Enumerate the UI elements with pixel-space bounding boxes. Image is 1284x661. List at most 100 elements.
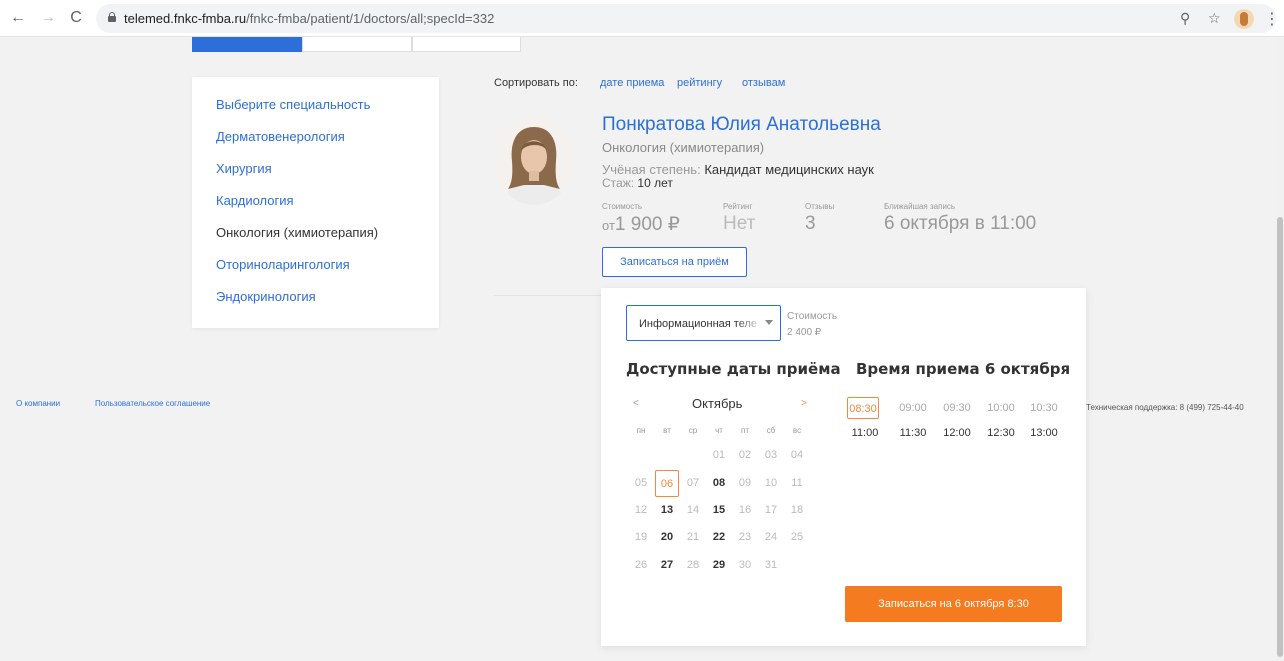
book-appointment-button[interactable]: Записаться на приём — [602, 247, 747, 277]
degree-label: Учёная степень: — [602, 162, 705, 177]
calendar-day: 09 — [738, 477, 752, 489]
calendar-day: 02 — [738, 449, 752, 461]
calendar-day: 30 — [738, 559, 752, 571]
sidebar-item-surgery[interactable]: Хирургия — [216, 161, 272, 176]
doctor-photo[interactable] — [494, 115, 574, 205]
time-slot[interactable]: 11:00 — [849, 422, 881, 444]
calendar-prev-icon[interactable]: < — [633, 398, 639, 409]
sidebar-item-cardiology[interactable]: Кардиология — [216, 193, 294, 208]
reload-icon[interactable]: C — [66, 8, 86, 28]
calendar-day: 03 — [764, 449, 778, 461]
weekday-label: ср — [688, 426, 698, 435]
time-slot-selected[interactable]: 08:30 — [847, 397, 879, 419]
nearest-stat-value: 6 октября в 11:00 — [884, 213, 1037, 234]
doctor-specialty: Онкология (химиотерапия) — [602, 140, 765, 155]
back-arrow-icon[interactable]: ← — [8, 8, 28, 28]
calendar-day[interactable]: 29 — [707, 552, 731, 579]
calendar-day: 21 — [686, 531, 700, 543]
service-cost-label: Стоимость — [787, 311, 838, 322]
weekday-label: вс — [792, 426, 802, 435]
reviews-stat-value[interactable]: 3 — [805, 213, 816, 235]
footer-support: Техническая поддержка: 8 (499) 725-44-40 — [1086, 403, 1244, 412]
calendar-day: 16 — [738, 504, 752, 516]
sidebar-item-dermatovenereology[interactable]: Дерматовенерология — [216, 129, 345, 144]
calendar-day[interactable]: 08 — [707, 470, 731, 497]
calendar-day[interactable]: 27 — [655, 552, 679, 579]
time-slot[interactable]: 13:00 — [1028, 422, 1060, 444]
weekday-label: вт — [663, 426, 671, 435]
rating-stat-value: Нет — [723, 213, 756, 234]
rating-stat-label: Рейтинг — [723, 202, 753, 211]
degree-value: Кандидат медицинских наук — [704, 162, 874, 177]
service-select[interactable]: Информационная телемедицинская консульта… — [626, 305, 781, 341]
weekday-label: сб — [766, 426, 776, 435]
times-heading: Время приема 6 октября — [856, 360, 1071, 378]
sidebar-item-otorhinolaryngology[interactable]: Оториноларингология — [216, 257, 350, 272]
calendar-day: 11 — [791, 477, 803, 489]
profile-avatar-icon[interactable] — [1234, 9, 1254, 29]
calendar-day: 04 — [790, 449, 804, 461]
url-host: telemed.fnkc-fmba.ru — [124, 11, 247, 26]
zoom-icon[interactable]: ⚲ — [1180, 10, 1190, 27]
calendar-day: 01 — [712, 449, 726, 461]
confirm-booking-button[interactable]: Записаться на 6 октября 8:30 — [845, 586, 1062, 622]
time-slot[interactable]: 11:30 — [897, 422, 929, 444]
chevron-down-icon — [765, 320, 773, 325]
calendar-day-selected[interactable]: 06 — [655, 470, 679, 497]
sort-by-reviews[interactable]: отзывам — [742, 77, 785, 89]
calendar-day[interactable]: 13 — [655, 497, 679, 524]
cost-amount: 1 900 ₽ — [614, 214, 680, 235]
browser-menu-icon[interactable]: ⋮ — [1264, 9, 1280, 29]
card-divider — [494, 295, 602, 296]
reviews-stat-label: Отзывы — [805, 202, 835, 211]
sidebar-item-endocrinology[interactable]: Эндокринология — [216, 289, 316, 304]
cost-stat-label: Стоимость — [602, 202, 643, 211]
calendar-day: 24 — [764, 531, 778, 543]
time-slot[interactable]: 10:30 — [1028, 397, 1060, 419]
calendar-day: 31 — [764, 559, 778, 571]
url-text: telemed.fnkc-fmba.ru/fnkc-fmba/patient/1… — [124, 11, 494, 26]
page-scrollbar[interactable] — [1276, 37, 1284, 661]
calendar-day: 23 — [738, 531, 752, 543]
experience-label: Стаж: — [602, 176, 638, 190]
address-bar[interactable]: telemed.fnkc-fmba.ru/fnkc-fmba/patient/1… — [96, 4, 1276, 33]
calendar-day: 10 — [764, 477, 778, 489]
tabs-remnant — [192, 37, 521, 52]
tab-second[interactable] — [302, 37, 412, 52]
tab-third[interactable] — [412, 37, 521, 52]
calendar-day[interactable]: 20 — [655, 524, 679, 551]
url-path: /fnkc-fmba/patient/1/doctors/all;specId=… — [246, 11, 495, 26]
calendar-day: 07 — [686, 477, 700, 489]
scrollbar-thumb[interactable] — [1277, 217, 1283, 657]
calendar-day[interactable]: 15 — [707, 497, 731, 524]
doctor-name[interactable]: Понкратова Юлия Анатольевна — [602, 114, 881, 136]
footer-about-link[interactable]: О компании — [16, 399, 60, 408]
sidebar-item-choose[interactable]: Выберите специальность — [216, 97, 370, 112]
sort-by-rating[interactable]: рейтингу — [677, 77, 722, 89]
sidebar-item-oncology[interactable]: Онкология (химиотерапия) — [216, 225, 378, 240]
doctor-degree: Учёная степень: Кандидат медицинских нау… — [602, 162, 874, 177]
weekday-label: пн — [636, 426, 646, 435]
calendar-month: Октябрь — [692, 396, 743, 411]
calendar-day: 17 — [764, 504, 778, 516]
calendar-day: 18 — [790, 504, 804, 516]
forward-arrow-icon[interactable]: → — [38, 8, 58, 28]
calendar-day: 26 — [634, 559, 648, 571]
footer-agreement-link[interactable]: Пользовательское соглашение — [95, 399, 210, 408]
calendar-day[interactable]: 22 — [707, 524, 731, 551]
specialty-sidebar: Выберите специальность Дерматовенерологи… — [192, 77, 439, 328]
sort-by-date[interactable]: дате приема — [600, 77, 664, 89]
bookmark-star-icon[interactable]: ☆ — [1208, 10, 1221, 27]
time-slot[interactable]: 12:30 — [985, 422, 1017, 444]
service-cost-value: 2 400 ₽ — [787, 327, 822, 338]
weekday-label: чт — [715, 426, 723, 435]
time-slot[interactable]: 12:00 — [941, 422, 973, 444]
weekday-label: пт — [741, 426, 749, 435]
time-slot[interactable]: 10:00 — [985, 397, 1017, 419]
time-slot[interactable]: 09:00 — [897, 397, 929, 419]
doctor-experience: Стаж: 10 лет — [602, 176, 673, 190]
experience-value: 10 лет — [637, 176, 673, 190]
calendar-next-icon[interactable]: > — [801, 398, 807, 409]
tab-active[interactable] — [192, 37, 302, 52]
time-slot[interactable]: 09:30 — [941, 397, 973, 419]
